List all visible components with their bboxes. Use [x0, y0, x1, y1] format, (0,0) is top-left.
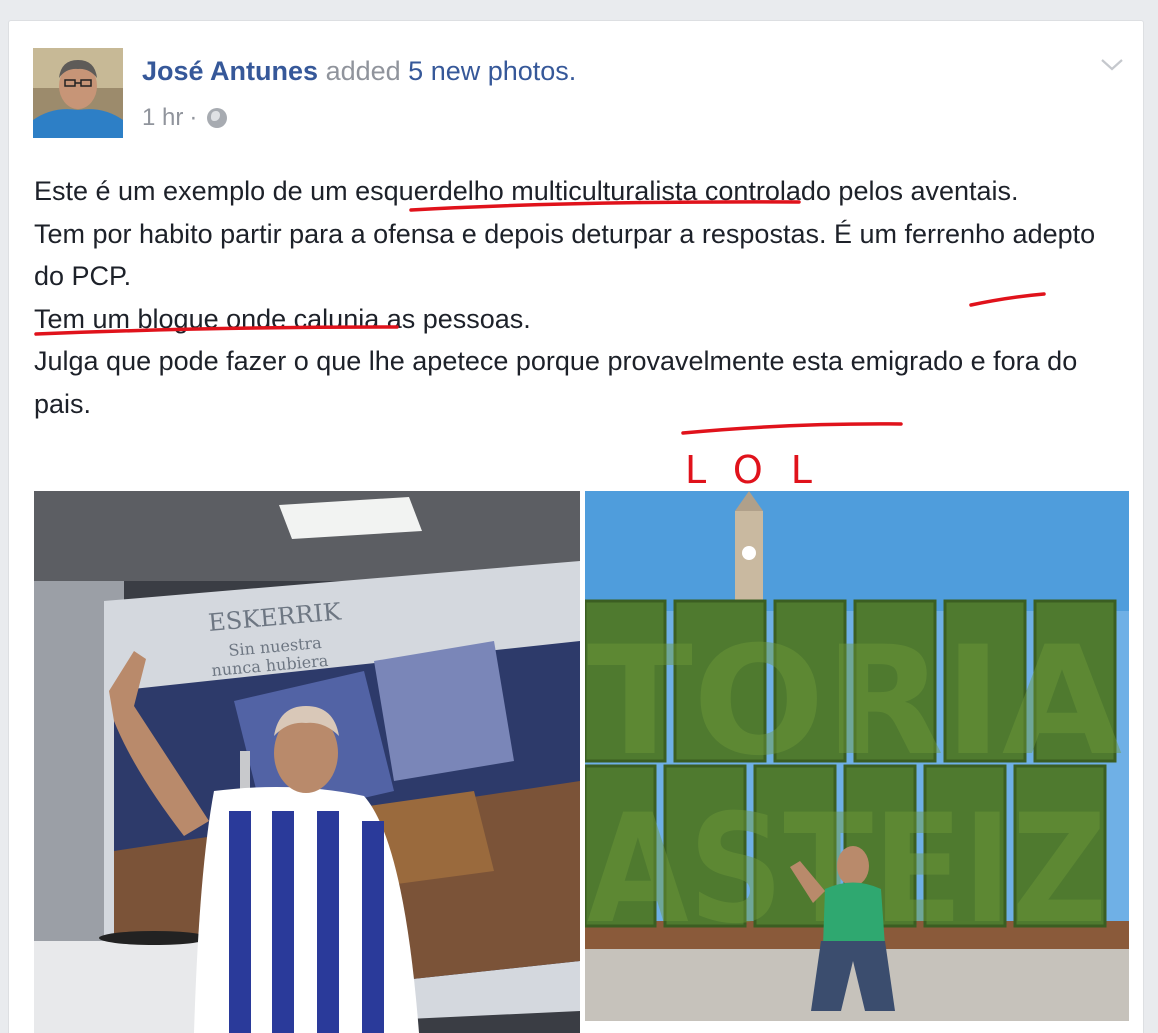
- post-body: Este é um exemplo de um esquerdelho mult…: [34, 170, 1114, 425]
- post-meta: 1 hr ·: [142, 104, 228, 132]
- hedge-letters-text: TORIA: [587, 615, 1122, 789]
- post-header: José Antunes added 5 new photos.: [142, 56, 576, 87]
- post-timestamp[interactable]: 1 hr: [142, 104, 183, 132]
- post-action-text: added: [325, 56, 401, 86]
- post-paragraph: Julga que pode fazer o que lhe apetece p…: [34, 346, 1078, 419]
- post-paragraph: Tem por habito partir para a ofensa e de…: [34, 218, 1096, 292]
- photo-image: ESKERRIK Sin nuestra nunca hubiera: [34, 491, 580, 1033]
- post-paragraph: Este é um exemplo de um esquerdelho mult…: [34, 176, 1019, 206]
- photo-count-link[interactable]: 5 new photos.: [408, 56, 576, 86]
- author-avatar[interactable]: [33, 48, 123, 138]
- post-paragraph: Tem um blogue onde calunia as pessoas.: [34, 303, 531, 334]
- photo-image: TORIA ASTEIZ: [585, 491, 1129, 1021]
- photo-hedge-letters[interactable]: TORIA ASTEIZ: [585, 491, 1129, 1021]
- underline-mark: [681, 422, 903, 435]
- meta-separator: ·: [189, 104, 198, 131]
- handwritten-lol: LOL: [685, 448, 840, 492]
- post-card: José Antunes added 5 new photos. 1 hr · …: [8, 20, 1144, 1033]
- avatar-image: [33, 48, 123, 138]
- chevron-down-icon[interactable]: [1099, 55, 1125, 75]
- photo-stadium-store[interactable]: ESKERRIK Sin nuestra nunca hubiera: [34, 491, 580, 1033]
- author-name-link[interactable]: José Antunes: [142, 56, 318, 86]
- globe-icon[interactable]: [207, 108, 228, 128]
